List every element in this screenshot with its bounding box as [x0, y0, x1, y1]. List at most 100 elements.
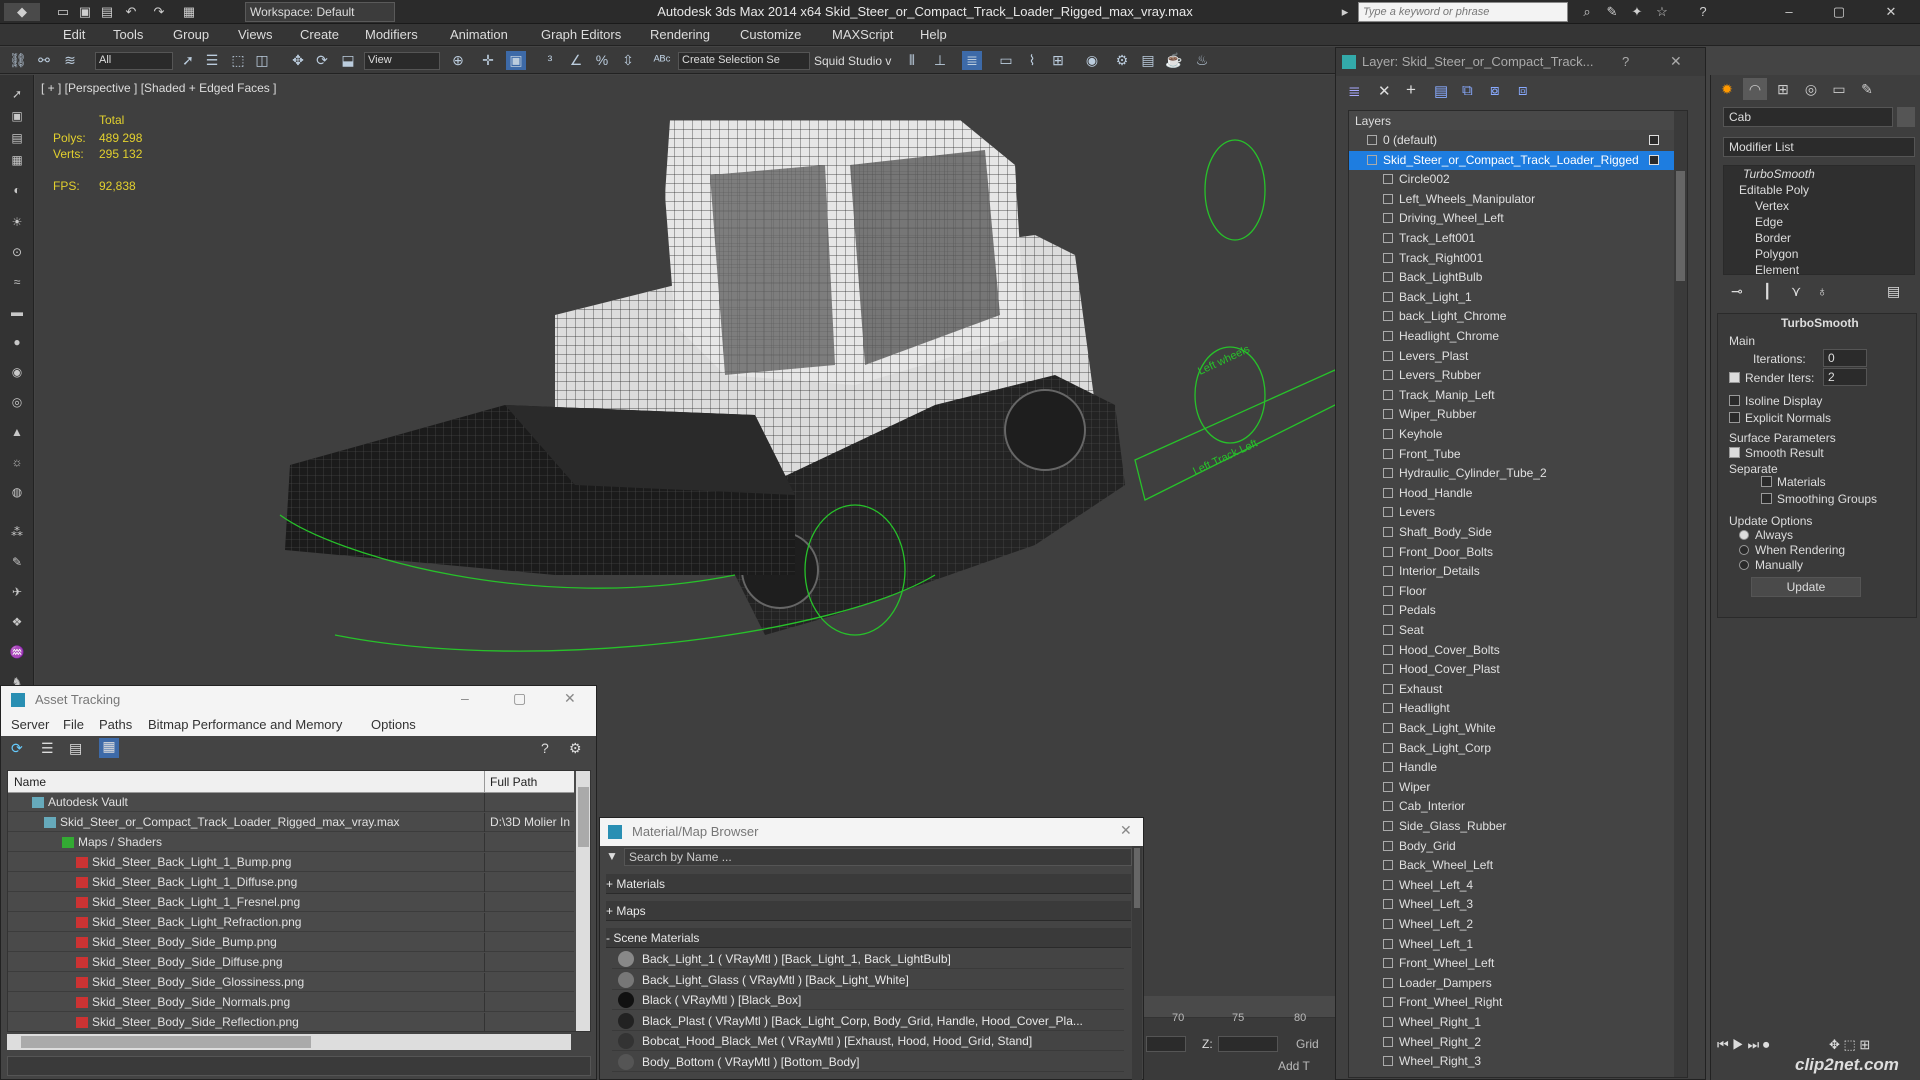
asset-help-icon[interactable]: ? — [541, 740, 549, 756]
rotate-icon[interactable]: ⟳ — [312, 51, 332, 70]
asset-vscroll[interactable] — [576, 771, 590, 1031]
bind-space-warp-icon[interactable]: ≋ — [60, 51, 80, 70]
show-end-result-icon[interactable]: ┃ — [1763, 283, 1771, 300]
menu-tools[interactable]: Tools — [113, 27, 143, 42]
asset-vscroll-thumb[interactable] — [578, 787, 589, 847]
keyboard-shortcut-icon[interactable]: ▣ — [506, 51, 526, 70]
refresh-icon[interactable]: ⟳ — [11, 740, 23, 757]
sphere-tool-icon[interactable]: ● — [7, 335, 27, 351]
keyword-search-input[interactable]: Type a keyword or phrase — [1358, 2, 1568, 22]
favorites-star-icon[interactable]: ☆ — [1653, 3, 1671, 21]
layer-row[interactable]: Keyhole — [1349, 425, 1684, 444]
layer-row[interactable]: Track_Right001 — [1349, 249, 1684, 268]
layer-scrollbar[interactable] — [1674, 111, 1687, 1077]
asset-minimize-icon[interactable]: – — [461, 690, 469, 706]
layer-row[interactable]: Loader_Dampers — [1349, 974, 1684, 993]
delete-layer-icon[interactable]: ✕ — [1378, 82, 1391, 100]
layer-row[interactable]: Wheel_Right_3 — [1349, 1052, 1684, 1071]
asset-settings-icon[interactable]: ⚙ — [569, 740, 582, 757]
help-icon[interactable]: ? — [1694, 3, 1712, 21]
schematic-view-icon[interactable]: ⊞ — [1048, 51, 1068, 70]
link-icon[interactable]: ⛓ — [8, 51, 28, 70]
edit-named-selection-icon[interactable]: ᴬᴮᶜ — [652, 51, 672, 70]
smooth-result-checkbox[interactable] — [1729, 447, 1740, 458]
open-file-icon[interactable]: ▣ — [76, 3, 94, 21]
asset-row[interactable]: Skid_Steer_Body_Side_Normals.png — [8, 993, 574, 1012]
rectangle-selection-icon[interactable]: ⬚ — [228, 51, 248, 70]
render-production-icon[interactable]: ☕ — [1164, 51, 1184, 70]
layer-row[interactable]: Levers — [1349, 503, 1684, 522]
unlink-icon[interactable]: ⚯ — [34, 51, 54, 70]
menu-group[interactable]: Group — [173, 27, 209, 42]
menu-help[interactable]: Help — [920, 27, 947, 42]
materials-checkbox[interactable] — [1761, 476, 1772, 487]
create-tab-icon[interactable]: ✹ — [1715, 78, 1739, 100]
move-icon[interactable]: ✥ — [288, 51, 308, 70]
minimize-icon[interactable]: – — [1780, 3, 1798, 21]
layer-row[interactable]: Front_Door_Bolts — [1349, 543, 1684, 562]
graphite-ribbon-icon[interactable]: ▭ — [996, 51, 1016, 70]
angle-snap-icon[interactable]: ∠ — [566, 51, 586, 70]
stack-edge[interactable]: Edge — [1755, 215, 1783, 229]
asset-table[interactable]: Name Full Path Autodesk Vault Skid_Steer_… — [7, 770, 591, 1032]
layer-row[interactable]: Levers_Plast — [1349, 347, 1684, 366]
layer-row[interactable]: Headlight — [1349, 699, 1684, 718]
layer-row[interactable]: Wheel_Right_1 — [1349, 1013, 1684, 1032]
hide-all-layers-icon[interactable]: ⧈ — [1518, 82, 1528, 99]
layer-row[interactable]: Wiper_Rubber — [1349, 405, 1684, 424]
geosphere-tool-icon[interactable]: ◍ — [7, 485, 27, 501]
layer-row[interactable]: Back_Wheel_Left — [1349, 856, 1684, 875]
layer-row[interactable]: 0 (default) — [1349, 131, 1684, 150]
curve-editor-icon[interactable]: ⌇ — [1022, 51, 1042, 70]
dynamics-tool-icon[interactable]: ✈ — [7, 585, 27, 601]
named-selection-dropdown[interactable]: Create Selection Se — [678, 52, 810, 70]
asset-row[interactable]: Skid_Steer_Body_Side_Reflection.png — [8, 1013, 574, 1031]
scene-material-item[interactable]: Back_Light_1 ( VRayMtl ) [Back_Light_1, … — [612, 949, 1124, 969]
iterations-spinner[interactable]: 0 — [1823, 349, 1867, 367]
layer-row[interactable]: Driving_Wheel_Left — [1349, 209, 1684, 228]
layer-row[interactable]: Wheel_Left_2 — [1349, 915, 1684, 934]
always-radio[interactable] — [1739, 530, 1749, 540]
cone-tool-icon[interactable]: ▲ — [7, 425, 27, 441]
layer-hide-toggle[interactable] — [1649, 135, 1659, 145]
create-layer-icon[interactable]: + — [1406, 80, 1416, 100]
y-coordinate-field[interactable] — [1146, 1036, 1186, 1052]
layer-close-icon[interactable]: ✕ — [1670, 53, 1682, 70]
group-materials[interactable]: + Materials — [606, 874, 1131, 894]
when-rendering-radio[interactable] — [1739, 545, 1749, 555]
group-scene-materials[interactable]: - Scene Materials — [606, 928, 1131, 948]
scene-material-item[interactable]: Body_Bottom ( VRayMtl ) [Bottom_Body] — [612, 1052, 1124, 1072]
window-crossing-icon[interactable]: ◫ — [252, 51, 272, 70]
asset-menu-bitmap[interactable]: Bitmap Performance and Memory — [148, 717, 342, 732]
layer-row[interactable]: Wheel_Left_4 — [1349, 876, 1684, 895]
particle-tool-icon[interactable]: ⁂ — [7, 525, 27, 541]
stack-border[interactable]: Border — [1755, 231, 1791, 245]
layer-row[interactable]: Shaft_Body_Side — [1349, 523, 1684, 542]
camera-tool-icon[interactable]: ◐ — [7, 183, 27, 199]
layer-row[interactable]: Wiper — [1349, 778, 1684, 797]
layer-row[interactable]: Exhaust — [1349, 680, 1684, 699]
align-icon[interactable]: ⊥ — [930, 51, 950, 70]
material-editor-icon[interactable]: ◉ — [1082, 51, 1102, 70]
asset-row[interactable]: Skid_Steer_Body_Side_Glossiness.png — [8, 973, 574, 992]
layer-row[interactable]: Circle002 — [1349, 170, 1684, 189]
select-tool-icon[interactable]: ➚ — [7, 87, 27, 103]
make-unique-icon[interactable]: ⋎ — [1791, 283, 1801, 300]
spacewarp-tool-icon[interactable]: ≈ — [7, 275, 27, 291]
browser-options-arrow-icon[interactable]: ▼ — [606, 849, 620, 865]
light-tool-icon[interactable]: ☀ — [7, 215, 27, 231]
layer-row[interactable]: Back_Light_Corp — [1349, 739, 1684, 758]
asset-row[interactable]: Skid_Steer_Back_Light_1_Diffuse.png — [8, 873, 574, 892]
redo-icon[interactable]: ↷ — [150, 3, 168, 21]
menu-graph-editors[interactable]: Graph Editors — [541, 27, 621, 42]
layer-row[interactable]: Pedals — [1349, 601, 1684, 620]
box-tool-icon[interactable]: ▣ — [7, 109, 27, 125]
menu-animation[interactable]: Animation — [450, 27, 508, 42]
layer-row[interactable]: Back_Light_White — [1349, 719, 1684, 738]
playback-controls[interactable]: ⏮ ▶ ⏭ ⏺ — [1717, 1037, 1769, 1053]
paint-tool-icon[interactable]: ✎ — [7, 555, 27, 571]
scene-material-item[interactable]: Back_Light_Glass ( VRayMtl ) [Back_Light… — [612, 970, 1124, 990]
asset-menu-options[interactable]: Options — [371, 717, 416, 732]
scene-material-item[interactable]: Black_Plast ( VRayMtl ) [Back_Light_Corp… — [612, 1011, 1124, 1031]
material-browser-scroll-thumb[interactable] — [1134, 848, 1140, 908]
